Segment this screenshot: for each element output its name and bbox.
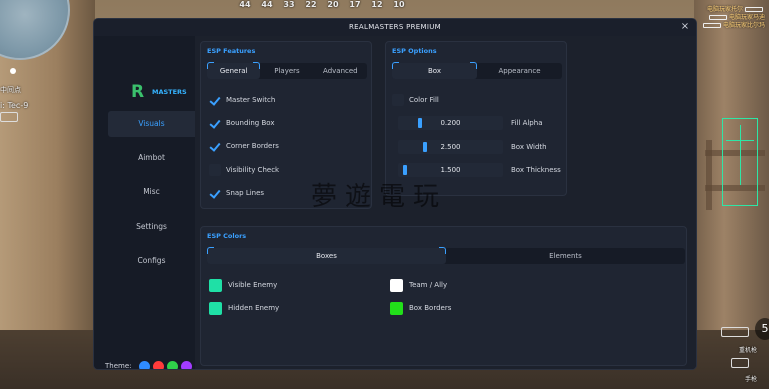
checkbox-unchecked-icon[interactable] [392, 94, 404, 106]
option-bounding-box[interactable]: Bounding Box [209, 116, 274, 130]
sidebar: R MASTERS Visuals Aimbot Misc Settings C… [94, 36, 195, 370]
option-label: Master Switch [226, 96, 276, 104]
esp-features-tabs: General Players Advanced [207, 62, 367, 79]
color-team-ally[interactable]: Team / Ally [390, 278, 447, 292]
watermark-text: 夢遊電玩 [311, 182, 448, 212]
logo-text: MASTERS [152, 88, 187, 96]
checkbox-checked-icon[interactable] [209, 94, 221, 106]
hud-number: 44 [239, 0, 251, 9]
slider-label: Box Thickness [511, 166, 561, 174]
tab-boxes[interactable]: Boxes [207, 247, 446, 264]
checkbox-checked-icon[interactable] [209, 187, 221, 199]
tab-players[interactable]: Players [260, 63, 313, 79]
esp-colors-tabs: Boxes Elements [207, 247, 685, 264]
secondary-weapon-label: 手枪 [744, 376, 757, 383]
close-button[interactable]: × [679, 21, 691, 33]
option-master-switch[interactable]: Master Switch [209, 93, 275, 107]
window-title: REALMASTERS PREMIUM [349, 23, 441, 31]
round-timer-bar: 44 44 33 22 20 17 12 10 [234, 0, 410, 10]
minimap-player-dot [10, 68, 16, 74]
theme-swatch-blue[interactable] [138, 360, 150, 369]
esp-features-title: ESP Features [207, 47, 256, 55]
color-label: Visible Enemy [228, 281, 278, 289]
hud-number: 22 [305, 0, 317, 9]
sidebar-item-misc[interactable]: Misc [108, 179, 195, 205]
hud-number: 33 [283, 0, 295, 9]
tab-box[interactable]: Box [392, 62, 477, 79]
theme-swatch-red[interactable] [152, 360, 164, 369]
esp-options-panel: ESP Options Box Appearance Color Fill 0.… [385, 41, 567, 196]
color-swatch[interactable] [209, 301, 222, 315]
option-visibility-check[interactable]: Visibility Check [209, 163, 279, 177]
gun-icon [702, 23, 721, 28]
color-swatch[interactable] [390, 278, 403, 292]
option-corner-borders[interactable]: Corner Borders [209, 139, 279, 153]
fill-alpha-slider[interactable]: 0.200 [398, 116, 503, 130]
theme-swatch-purple[interactable] [180, 360, 192, 369]
killfeed-entry: 电脑玩家比尔玛 [701, 20, 765, 29]
color-hidden-enemy[interactable]: Hidden Enemy [209, 301, 279, 315]
color-swatch[interactable] [209, 278, 222, 292]
color-box-borders[interactable]: Box Borders [390, 301, 451, 315]
slider-label: Box Width [511, 143, 547, 151]
esp-colors-title: ESP Colors [207, 232, 247, 240]
hud-number: 12 [371, 0, 383, 9]
logo-mark: R [131, 82, 145, 102]
tab-appearance[interactable]: Appearance [477, 63, 562, 79]
theme-swatch-green[interactable] [166, 360, 178, 369]
slider-label: Fill Alpha [511, 119, 543, 127]
primary-weapon-label: 重机枪 [738, 347, 757, 354]
box-thickness-slider[interactable]: 1.500 [398, 163, 503, 177]
color-label: Team / Ally [409, 281, 448, 289]
slider-value: 2.500 [440, 143, 461, 151]
option-label: Visibility Check [226, 166, 280, 174]
option-label: Snap Lines [226, 189, 265, 197]
theme-selector: Theme: [105, 360, 192, 370]
theme-label: Theme: [105, 362, 132, 370]
esp-skeleton-line [740, 125, 741, 185]
box-width-slider[interactable]: 2.500 [398, 140, 503, 154]
esp-colors-panel: ESP Colors Boxes Elements Visible Enemy … [200, 226, 687, 366]
color-swatch[interactable] [390, 301, 403, 315]
weapon-name: Tec-9 [7, 101, 29, 110]
esp-options-title: ESP Options [392, 47, 437, 55]
primary-weapon-icon [721, 327, 749, 337]
logo: R MASTERS [131, 82, 191, 102]
weapon-icon [0, 112, 18, 122]
crate-plank [706, 140, 712, 210]
esp-options-tabs: Box Appearance [392, 62, 562, 79]
tab-elements[interactable]: Elements [446, 248, 685, 264]
slider-value: 0.200 [440, 119, 461, 127]
sidebar-item-aimbot[interactable]: Aimbot [108, 145, 195, 171]
tab-advanced[interactable]: Advanced [314, 63, 367, 79]
secondary-weapon-icon [731, 358, 749, 368]
tab-general[interactable]: General [207, 62, 261, 79]
esp-skeleton-line [726, 140, 754, 141]
sidebar-item-visuals[interactable]: Visuals [108, 111, 195, 137]
sidebar-item-configs[interactable]: Configs [108, 248, 195, 274]
hud-number: 10 [393, 0, 405, 9]
checkbox-checked-icon[interactable] [209, 140, 221, 152]
option-label: Color Fill [409, 96, 439, 104]
option-label: Bounding Box [226, 119, 275, 127]
color-label: Box Borders [409, 304, 452, 312]
option-snap-lines[interactable]: Snap Lines [209, 186, 264, 200]
weapon-label: i: Tec-9 [0, 101, 29, 110]
killfeed-name: 电脑玩家比尔玛 [722, 22, 765, 29]
slider-value: 1.500 [440, 166, 461, 174]
sidebar-item-settings[interactable]: Settings [108, 214, 195, 240]
option-color-fill[interactable]: Color Fill [392, 93, 439, 107]
hud-number: 20 [327, 0, 339, 9]
hud-score-badge: 5 [755, 318, 769, 340]
hud-number: 17 [349, 0, 361, 9]
location-label: 中间点 [0, 86, 21, 94]
option-label: Corner Borders [226, 142, 279, 150]
color-label: Hidden Enemy [228, 304, 280, 312]
title-bar[interactable]: REALMASTERS PREMIUM × [94, 19, 696, 36]
hud-number: 44 [261, 0, 273, 9]
checkbox-checked-icon[interactable] [209, 117, 221, 129]
checkbox-unchecked-icon[interactable] [209, 164, 221, 176]
color-visible-enemy[interactable]: Visible Enemy [209, 278, 277, 292]
